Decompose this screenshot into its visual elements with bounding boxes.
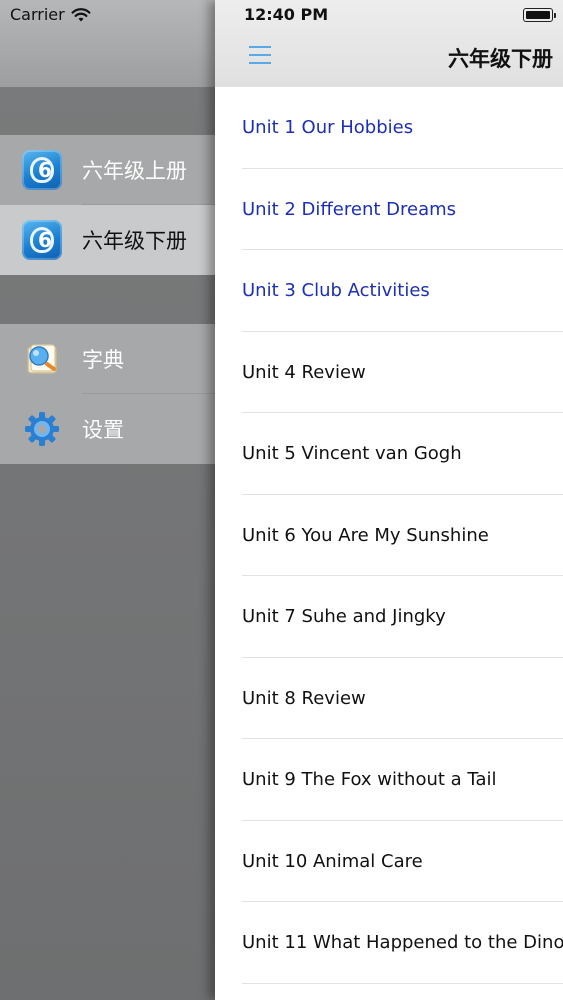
navigation-bar: 12:40 PM 六年级下册 — [215, 0, 563, 87]
sidebar-books-group: 6 六年级上册 6 六年级下册 — [0, 135, 215, 275]
content-panel: 12:40 PM 六年级下册 Unit 1 Our Hobbies Unit 2… — [215, 0, 563, 1000]
wifi-icon — [71, 7, 91, 21]
list-item[interactable]: Unit 3 Club Activities — [215, 250, 563, 332]
list-item[interactable]: Unit 8 Review — [215, 658, 563, 739]
battery-icon — [523, 8, 556, 22]
list-item[interactable]: Unit 10 Animal Care — [215, 821, 563, 902]
unit-label: Unit 5 Vincent van Gogh — [242, 443, 462, 465]
list-item[interactable]: Unit 4 Review — [215, 332, 563, 413]
carrier-status: Carrier — [10, 5, 91, 24]
sidebar-status-bar: Carrier — [0, 0, 215, 87]
unit-label: Unit 8 Review — [242, 687, 366, 709]
carrier-label: Carrier — [10, 5, 65, 24]
unit-label: Unit 9 The Fox without a Tail — [242, 769, 497, 791]
list-item[interactable]: Unit 2 Different Dreams — [215, 169, 563, 250]
unit-label: Unit 10 Animal Care — [242, 850, 423, 872]
unit-label: Unit 3 Club Activities — [242, 280, 430, 302]
list-item[interactable]: Unit 7 Suhe and Jingky — [215, 576, 563, 658]
list-item[interactable]: Unit 9 The Fox without a Tail — [215, 739, 563, 821]
sidebar-item-grade6-second[interactable]: 6 六年级下册 — [0, 205, 215, 275]
unit-label: Unit 7 Suhe and Jingky — [242, 606, 446, 628]
sidebar-item-label: 六年级下册 — [82, 229, 187, 253]
sidebar-item-dictionary[interactable]: 字典 — [0, 324, 215, 394]
sidebar-item-label: 设置 — [82, 418, 124, 442]
unit-label: Unit 2 Different Dreams — [242, 198, 457, 220]
status-time: 12:40 PM — [244, 5, 329, 24]
sidebar: Carrier 6 六年级上册 6 六年级下册 字典 设置 — [0, 0, 215, 1000]
gear-icon — [25, 412, 59, 446]
hamburger-menu-icon[interactable] — [249, 46, 271, 64]
list-item[interactable]: Unit 6 You Are My Sunshine — [215, 495, 563, 576]
page-title: 六年级下册 — [448, 47, 553, 71]
sidebar-item-grade6-first[interactable]: 6 六年级上册 — [0, 135, 215, 205]
unit-label: Unit 4 Review — [242, 361, 366, 383]
unit-label: Unit 11 What Happened to the Dinosa — [242, 932, 563, 954]
sidebar-item-settings[interactable]: 设置 — [0, 394, 215, 464]
list-item[interactable]: Unit 1 Our Hobbies — [215, 87, 563, 169]
sidebar-item-label: 字典 — [82, 348, 124, 372]
unit-label: Unit 6 You Are My Sunshine — [242, 524, 489, 546]
unit-list: Unit 1 Our Hobbies Unit 2 Different Drea… — [215, 87, 563, 984]
book-app-icon: 6 — [22, 220, 62, 260]
book-app-icon: 6 — [22, 150, 62, 190]
sidebar-item-label: 六年级上册 — [82, 159, 187, 183]
list-item[interactable]: Unit 5 Vincent van Gogh — [215, 413, 563, 495]
unit-label: Unit 1 Our Hobbies — [242, 117, 414, 139]
dictionary-icon — [27, 344, 57, 374]
list-item[interactable]: Unit 11 What Happened to the Dinosa — [215, 902, 563, 984]
sidebar-tools-group: 字典 设置 — [0, 324, 215, 464]
